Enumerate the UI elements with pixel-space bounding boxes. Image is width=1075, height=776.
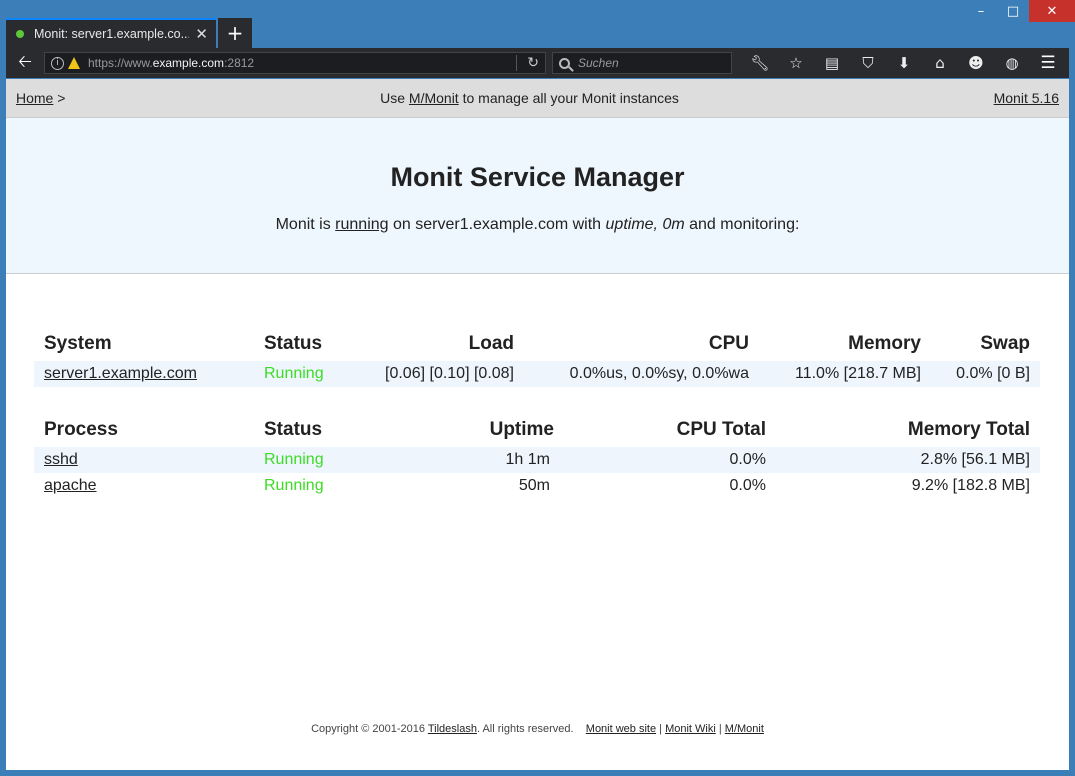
star-icon[interactable]: ☆ [778,51,814,75]
breadcrumb-separator: > [53,90,66,106]
status-badge: Running [264,477,324,494]
search-bar[interactable] [552,52,732,74]
url-host: example.com [152,56,225,70]
mmonit-promo: Use M/Monit to manage all your Monit ins… [380,90,679,106]
uptime-value: 1h 1m [364,447,564,473]
col-status: Status [264,333,323,354]
status-post: and monitoring: [684,216,800,233]
system-header-row: System Status Load CPU Memory Swap [34,327,1040,361]
top-navigation: Home > Use M/Monit to manage all your Mo… [6,79,1069,118]
footer-separator: | [656,723,666,735]
globe-icon[interactable]: ◍ [994,51,1030,75]
url-text[interactable]: https://www.example.com:2812 [88,56,254,70]
download-icon[interactable]: ⬇ [886,51,922,75]
footer-separator: | [715,723,725,735]
system-name-link[interactable]: server1.example.com [44,365,197,382]
monit-wiki-link[interactable]: Monit Wiki [665,723,716,735]
col-process: Process [44,419,118,440]
mmonit-link[interactable]: M/Monit [409,90,459,106]
memory-value: 11.0% [218.7 MB] [759,361,931,387]
wrench-icon[interactable]: 🔧︎ [742,51,778,75]
table-row: sshd Running 1h 1m 0.0% 2.8% [56.1 MB] [34,447,1040,473]
minimize-button[interactable]: – [965,0,997,22]
col-cpu-total: CPU Total [676,419,766,440]
monit-website-link[interactable]: Monit web site [586,723,656,735]
memory-total-value: 2.8% [56.1 MB] [776,447,1040,473]
close-tab-icon[interactable]: ✕ [195,25,208,43]
status-mid: on server1.example.com with [388,216,606,233]
system-table: System Status Load CPU Memory Swap serve… [34,327,1040,387]
home-icon[interactable]: ⌂ [922,51,958,75]
url-port: :2812 [224,56,255,70]
navigation-toolbar: 🡠 i https://www.example.com:2812 ↻ 🔧︎ ☆ … [6,48,1069,78]
page-title: Monit Service Manager [390,162,685,192]
window-controls: – □ ✕ [965,0,1075,24]
running-link[interactable]: running [335,216,388,233]
table-row: apache Running 50m 0.0% 9.2% [182.8 MB] [34,473,1040,499]
breadcrumb: Home > [16,90,65,106]
maximize-button[interactable]: □ [997,0,1029,22]
cpu-total-value: 0.0% [564,447,776,473]
favicon-icon [16,30,24,38]
close-window-button[interactable]: ✕ [1029,0,1075,22]
promo-pre: Use [380,90,409,106]
process-header-row: Process Status Uptime CPU Total Memory T… [34,413,1040,447]
copyright-text: Copyright © 2001-2016 [311,723,428,735]
reader-icon[interactable]: ▤ [814,51,850,75]
process-link-apache[interactable]: apache [44,477,97,494]
search-input[interactable] [578,56,718,70]
url-prefix: https://www. [88,56,153,70]
back-button[interactable]: 🡠 [12,51,38,75]
hamburger-menu-icon[interactable]: ☰ [1033,51,1063,75]
status-line: Monit is running on server1.example.com … [6,216,1069,234]
emoji-icon[interactable]: ☻ [958,51,994,75]
toolbar-icons: 🔧︎ ☆ ▤ ⛉ ⬇ ⌂ ☻ ◍ [742,51,1030,75]
col-memory: Memory [848,333,921,354]
cpu-value: 0.0%us, 0.0%sy, 0.0%wa [524,361,759,387]
col-load: Load [468,333,514,354]
status-badge: Running [254,361,364,387]
info-icon[interactable]: i [51,56,64,70]
home-link[interactable]: Home [16,90,53,106]
search-icon [559,57,570,69]
col-uptime: Uptime [489,419,554,440]
uptime-value: 50m [518,477,550,494]
url-bar[interactable]: i https://www.example.com:2812 ↻ [44,52,546,74]
browser-window: – □ ✕ Monit: server1.example.co... ✕ + 🡠… [0,0,1075,776]
col-system: System [44,333,112,354]
uptime-text: uptime, 0m [605,216,685,233]
warning-lock-icon[interactable] [68,57,80,69]
tab-strip: Monit: server1.example.co... ✕ + [6,18,252,48]
new-tab-button[interactable]: + [218,18,252,48]
hero-header: Monit Service Manager Monit is running o… [6,118,1069,274]
rights-text: . All rights reserved. [476,723,574,735]
process-link-sshd[interactable]: sshd [44,451,78,468]
col-memory-total: Memory Total [907,419,1030,440]
version-link[interactable]: Monit 5.16 [994,90,1059,106]
footer: Copyright © 2001-2016 Tildeslash. All ri… [6,723,1069,735]
page-viewport: Home > Use M/Monit to manage all your Mo… [6,79,1069,770]
pocket-icon[interactable]: ⛉ [850,51,886,75]
reload-icon[interactable]: ↻ [516,55,539,71]
load-value: [0.06] [0.10] [0.08] [364,361,524,387]
status-badge: Running [254,447,364,473]
promo-post: to manage all your Monit instances [458,90,679,106]
tab-title: Monit: server1.example.co... [34,27,190,41]
swap-value: 0.0% [0 B] [931,361,1040,387]
memory-total-value: 9.2% [182.8 MB] [911,477,1030,494]
tab-monit[interactable]: Monit: server1.example.co... ✕ [6,18,216,48]
col-swap: Swap [980,333,1030,354]
status-pre: Monit is [275,216,336,233]
mmonit-footer-link[interactable]: M/Monit [725,723,764,735]
col-cpu: CPU [708,333,749,354]
col-status: Status [264,419,323,440]
process-table: Process Status Uptime CPU Total Memory T… [34,413,1040,499]
tildeslash-link[interactable]: Tildeslash [428,723,477,735]
cpu-total-value: 0.0% [729,477,766,494]
table-row: server1.example.com Running [0.06] [0.10… [34,361,1040,387]
